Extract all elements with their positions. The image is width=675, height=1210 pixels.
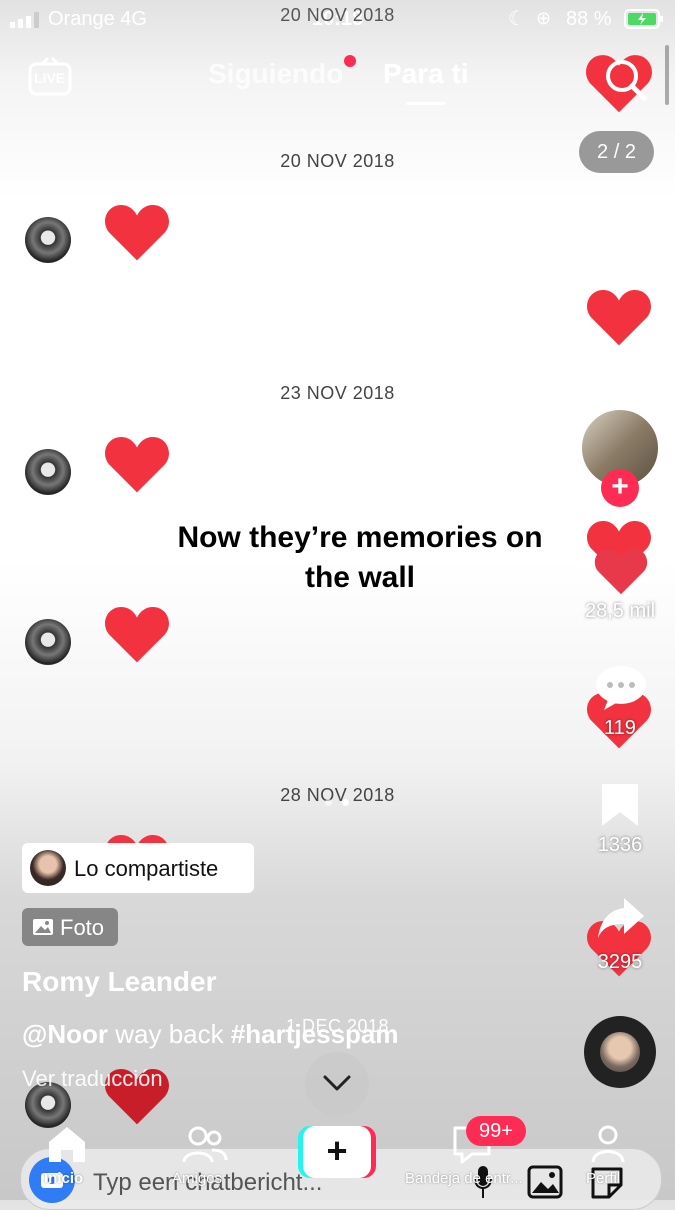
date-label: 20 NOV 2018 xyxy=(280,5,395,25)
avatar xyxy=(25,449,71,495)
heart-message xyxy=(586,287,652,347)
date-label: 20 NOV 2018 xyxy=(280,151,395,171)
author-name[interactable]: Romy Leander xyxy=(22,966,217,998)
image-icon xyxy=(33,919,53,935)
heart-message xyxy=(104,202,170,262)
heart-message xyxy=(104,434,170,494)
bookmark-icon[interactable] xyxy=(600,782,640,828)
chevron-down-icon xyxy=(323,1075,351,1091)
search-icon[interactable] xyxy=(602,56,650,104)
translate-link[interactable]: Ver traducción xyxy=(22,1066,163,1092)
nav-profile-label[interactable]: Perfil xyxy=(586,1170,620,1187)
share-count: 3295 xyxy=(597,951,643,973)
tab-following[interactable]: Siguiendo xyxy=(208,58,343,90)
like-count: 28,5 mil xyxy=(584,600,656,622)
overlay-line: Now they’re memories on xyxy=(177,521,543,554)
avatar xyxy=(25,619,71,665)
gallery-icon[interactable] xyxy=(527,1165,563,1199)
caption-hashtag[interactable]: #hartjesspam xyxy=(231,1019,399,1049)
like-heart-icon[interactable] xyxy=(594,546,648,596)
plus-icon: + xyxy=(303,1126,371,1178)
home-icon[interactable] xyxy=(46,1124,88,1164)
date-label: 28 NOV 2018 xyxy=(280,785,395,805)
nav-inbox-label[interactable]: Bandeja de entr... xyxy=(405,1170,523,1187)
shared-label: Lo compartiste xyxy=(74,856,219,881)
share-arrow-icon[interactable] xyxy=(596,896,646,942)
profile-icon[interactable] xyxy=(590,1124,626,1164)
photo-overlay-text: Now they’re memories on the wall xyxy=(150,518,570,598)
music-cover xyxy=(600,1032,640,1072)
caption-mention[interactable]: @Noor xyxy=(22,1019,108,1049)
photo-type-badge: Foto xyxy=(22,908,118,946)
nav-home-label[interactable]: Inicio xyxy=(44,1170,83,1187)
active-tab-indicator xyxy=(406,102,446,105)
shared-avatar xyxy=(30,850,66,886)
avatar xyxy=(25,217,71,263)
comment-icon[interactable] xyxy=(594,664,648,710)
follow-plus-icon[interactable]: + xyxy=(601,469,639,507)
tab-for-you[interactable]: Para ti xyxy=(383,58,469,90)
overlay-line: the wall xyxy=(304,561,416,594)
friends-icon[interactable] xyxy=(182,1124,228,1164)
comment-count: 119 xyxy=(604,717,636,739)
live-label: LIVE xyxy=(34,70,66,86)
save-count: 1336 xyxy=(597,834,643,856)
collapse-button[interactable] xyxy=(305,1052,369,1116)
notification-dot xyxy=(344,55,356,67)
caption-text: way back xyxy=(108,1019,231,1049)
carousel-dot xyxy=(325,799,332,806)
date-label: 23 NOV 2018 xyxy=(280,383,395,403)
carousel-dot-active xyxy=(342,799,349,806)
inbox-badge: 99+ xyxy=(466,1116,526,1146)
post-caption: @Noor way back #hartjesspam xyxy=(22,1019,399,1050)
music-disc[interactable] xyxy=(584,1016,656,1088)
photo-type-label: Foto xyxy=(60,915,105,940)
live-button[interactable]: LIVE xyxy=(28,56,74,96)
heart-message xyxy=(104,604,170,664)
create-button[interactable]: + xyxy=(298,1126,376,1178)
shared-badge[interactable]: Lo compartiste xyxy=(22,843,254,893)
scroll-indicator xyxy=(665,45,669,105)
nav-friends-label[interactable]: Amigos xyxy=(172,1170,222,1187)
